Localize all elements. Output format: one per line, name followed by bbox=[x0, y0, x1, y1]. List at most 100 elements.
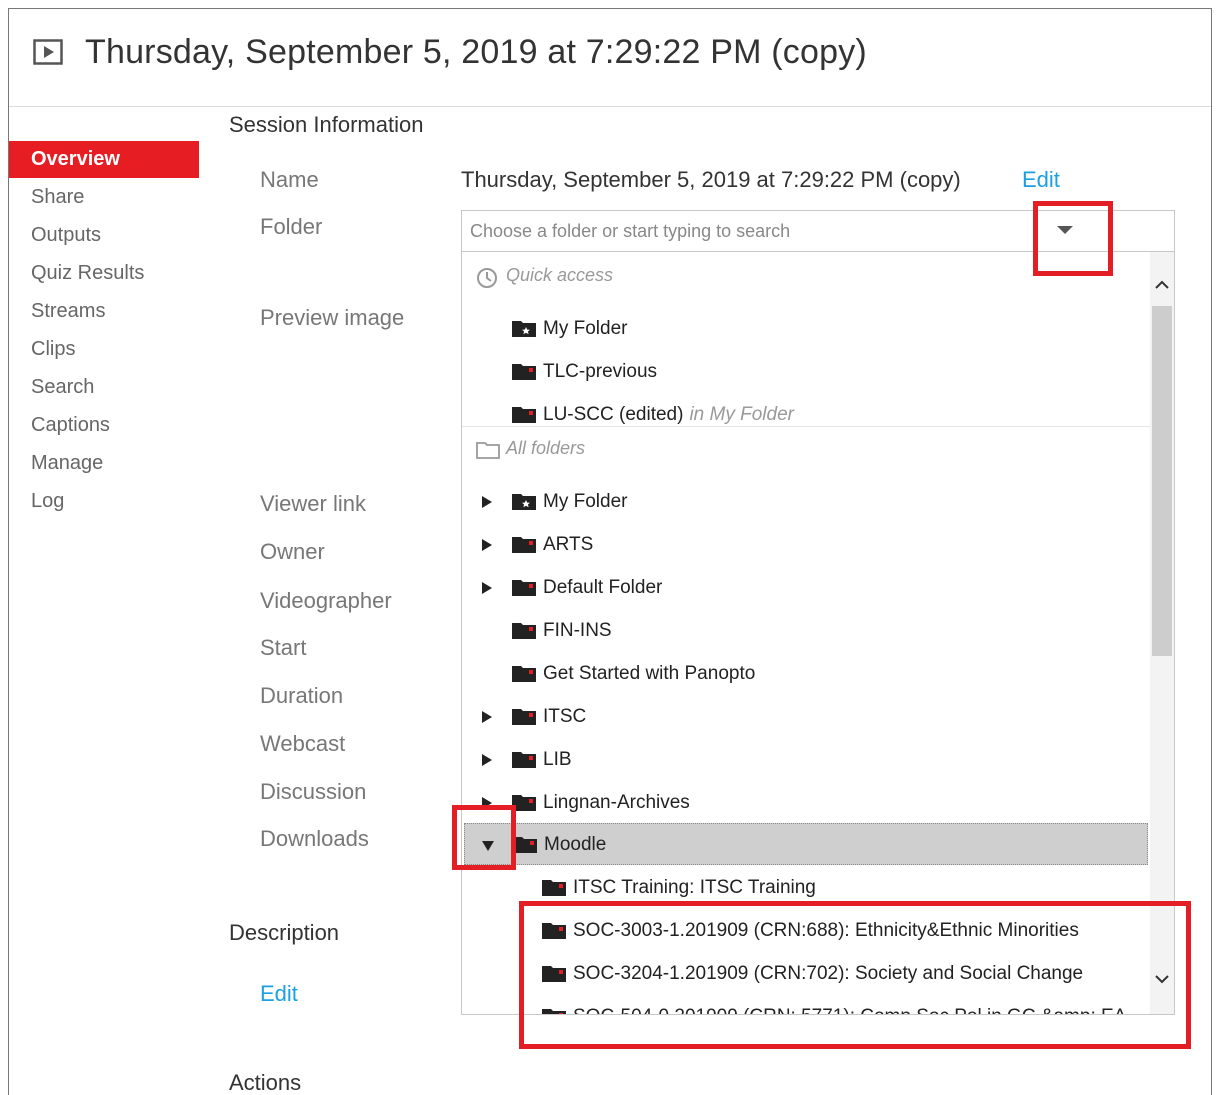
folder-row-itsc[interactable]: ITSC bbox=[462, 696, 1150, 738]
folder-row-label: Default Folder bbox=[543, 577, 663, 598]
sidebar-item-clips[interactable]: Clips bbox=[9, 330, 199, 368]
expand-arrow-icon[interactable] bbox=[482, 711, 492, 723]
folder-row-label: ARTS bbox=[543, 534, 594, 555]
sidebar-item-log[interactable]: Log bbox=[9, 482, 199, 520]
duration-label: Duration bbox=[260, 683, 344, 708]
personal-folder-icon bbox=[512, 321, 536, 337]
folder-row-label: FIN-INS bbox=[543, 620, 612, 641]
folder-label: Folder bbox=[260, 214, 323, 239]
expand-arrow-icon[interactable] bbox=[482, 797, 492, 809]
folder-icon bbox=[512, 537, 536, 553]
start-label: Start bbox=[260, 635, 307, 660]
folder-row-label: SOC-3003-1.201909 (CRN:688): Ethnicity&E… bbox=[573, 920, 1079, 941]
clock-icon bbox=[477, 268, 497, 288]
folder-row-label: My Folder bbox=[543, 318, 628, 339]
expand-arrow-icon[interactable] bbox=[482, 496, 492, 508]
downloads-label: Downloads bbox=[260, 826, 369, 851]
folder-dropdown-toggle[interactable] bbox=[1057, 226, 1073, 234]
name-label: Name bbox=[260, 167, 319, 192]
sidebar-item-quiz-results[interactable]: Quiz Results bbox=[9, 254, 199, 292]
folder-icon bbox=[512, 407, 536, 423]
folder-row-fin-ins[interactable]: FIN-INS bbox=[462, 610, 1150, 652]
actions-heading: Actions bbox=[229, 1070, 302, 1095]
folder-icon bbox=[512, 752, 536, 768]
folder-row-lingnan-archives[interactable]: Lingnan-Archives bbox=[462, 782, 1150, 824]
folder-row-label: TLC-previous bbox=[543, 361, 658, 382]
scroll-down-icon[interactable] bbox=[1155, 972, 1169, 986]
sidebar-item-streams[interactable]: Streams bbox=[9, 292, 199, 330]
folder-row-label: Get Started with Panopto bbox=[543, 663, 756, 684]
scrollbar-thumb[interactable] bbox=[1152, 306, 1172, 656]
folder-icon bbox=[513, 837, 537, 853]
collapse-arrow-icon[interactable] bbox=[482, 841, 494, 851]
folder-dropdown-list[interactable]: Quick access My Folder TLC-previous LU-S… bbox=[461, 252, 1175, 1015]
sidebar-item-share[interactable]: Share bbox=[9, 178, 199, 216]
folder-row-label: My Folder bbox=[543, 491, 628, 512]
folder-icon bbox=[512, 364, 536, 380]
page-title: Thursday, September 5, 2019 at 7:29:22 P… bbox=[85, 33, 867, 71]
sidebar-item-search[interactable]: Search bbox=[9, 368, 199, 406]
folder-row-itsc-training[interactable]: ITSC Training: ITSC Training bbox=[462, 867, 1150, 909]
session-information-heading: Session Information bbox=[229, 112, 424, 137]
folder-row-label: SOC-504-0.201909 (CRN: 5771): Comp Soc P… bbox=[573, 1006, 1126, 1014]
viewer-link-label: Viewer link bbox=[260, 491, 366, 516]
preview-image-label: Preview image bbox=[260, 305, 405, 330]
folder-outline-icon bbox=[476, 442, 500, 459]
scroll-up-icon[interactable] bbox=[1155, 278, 1169, 292]
folder-row-soc-504[interactable]: SOC-504-0.201909 (CRN: 5771): Comp Soc P… bbox=[462, 996, 1150, 1014]
folder-location-hint: in My Folder bbox=[689, 404, 794, 425]
folder-search-input[interactable]: Choose a folder or start typing to searc… bbox=[461, 210, 1175, 252]
quick-access-label: Quick access bbox=[506, 265, 614, 285]
expand-arrow-icon[interactable] bbox=[482, 754, 492, 766]
expand-arrow-icon[interactable] bbox=[482, 582, 492, 594]
folder-row-soc-3204[interactable]: SOC-3204-1.201909 (CRN:702): Society and… bbox=[462, 953, 1150, 995]
folder-row-arts[interactable]: ARTS bbox=[462, 524, 1150, 566]
sidebar-item-overview[interactable]: Overview bbox=[9, 141, 199, 178]
folder-row-soc-3003[interactable]: SOC-3003-1.201909 (CRN:688): Ethnicity&E… bbox=[462, 910, 1150, 952]
session-name-value: Thursday, September 5, 2019 at 7:29:22 P… bbox=[461, 167, 961, 192]
edit-description-link[interactable]: Edit bbox=[260, 981, 298, 1007]
video-play-icon bbox=[33, 39, 63, 65]
folder-search-placeholder: Choose a folder or start typing to searc… bbox=[470, 221, 791, 241]
personal-folder-icon bbox=[512, 494, 536, 510]
title-bar: Thursday, September 5, 2019 at 7:29:22 P… bbox=[9, 9, 1211, 107]
folder-row-quick-my-folder[interactable]: My Folder bbox=[462, 308, 1150, 350]
folder-row-label: LU-SCC (edited) bbox=[543, 404, 684, 425]
folder-icon bbox=[542, 1009, 566, 1014]
folder-row-label: ITSC bbox=[543, 706, 587, 727]
folder-icon bbox=[512, 666, 536, 682]
folder-row-my-folder[interactable]: My Folder bbox=[462, 481, 1150, 523]
sidebar-item-manage[interactable]: Manage bbox=[9, 444, 199, 482]
folder-row-default-folder[interactable]: Default Folder bbox=[462, 567, 1150, 609]
sidebar-item-outputs[interactable]: Outputs bbox=[9, 216, 199, 254]
folder-icon bbox=[542, 966, 566, 982]
description-heading: Description bbox=[229, 920, 340, 945]
folder-row-moodle[interactable]: Moodle bbox=[464, 823, 1148, 865]
folder-row-label: SOC-3204-1.201909 (CRN:702): Society and… bbox=[573, 963, 1084, 984]
webcast-label: Webcast bbox=[260, 731, 346, 756]
expand-arrow-icon[interactable] bbox=[482, 539, 492, 551]
owner-label: Owner bbox=[260, 539, 325, 564]
folder-row-quick-lu-scc[interactable]: LU-SCC (edited) in My Folder bbox=[462, 394, 1150, 436]
session-settings-window: Thursday, September 5, 2019 at 7:29:22 P… bbox=[8, 8, 1212, 1095]
sidebar-item-captions[interactable]: Captions bbox=[9, 406, 199, 444]
folder-row-label: Lingnan-Archives bbox=[543, 792, 690, 813]
folder-icon bbox=[542, 923, 566, 939]
folder-row-label: LIB bbox=[543, 749, 572, 770]
all-folders-label: All folders bbox=[506, 438, 586, 458]
edit-name-link[interactable]: Edit bbox=[1022, 167, 1060, 193]
discussion-label: Discussion bbox=[260, 779, 367, 804]
sidebar-nav: Overview Share Outputs Quiz Results Stre… bbox=[9, 141, 199, 520]
folder-row-label: ITSC Training: ITSC Training bbox=[573, 877, 816, 898]
folder-icon bbox=[512, 623, 536, 639]
folder-icon bbox=[512, 580, 536, 596]
folder-row-label: Moodle bbox=[544, 834, 607, 855]
folder-icon bbox=[542, 880, 566, 896]
folder-icon bbox=[512, 709, 536, 725]
folder-icon bbox=[512, 795, 536, 811]
dropdown-scrollbar[interactable] bbox=[1150, 252, 1174, 1014]
folder-row-get-started[interactable]: Get Started with Panopto bbox=[462, 653, 1150, 695]
folder-row-quick-tlc-previous[interactable]: TLC-previous bbox=[462, 351, 1150, 393]
videographer-label: Videographer bbox=[260, 588, 392, 613]
folder-row-lib[interactable]: LIB bbox=[462, 739, 1150, 781]
